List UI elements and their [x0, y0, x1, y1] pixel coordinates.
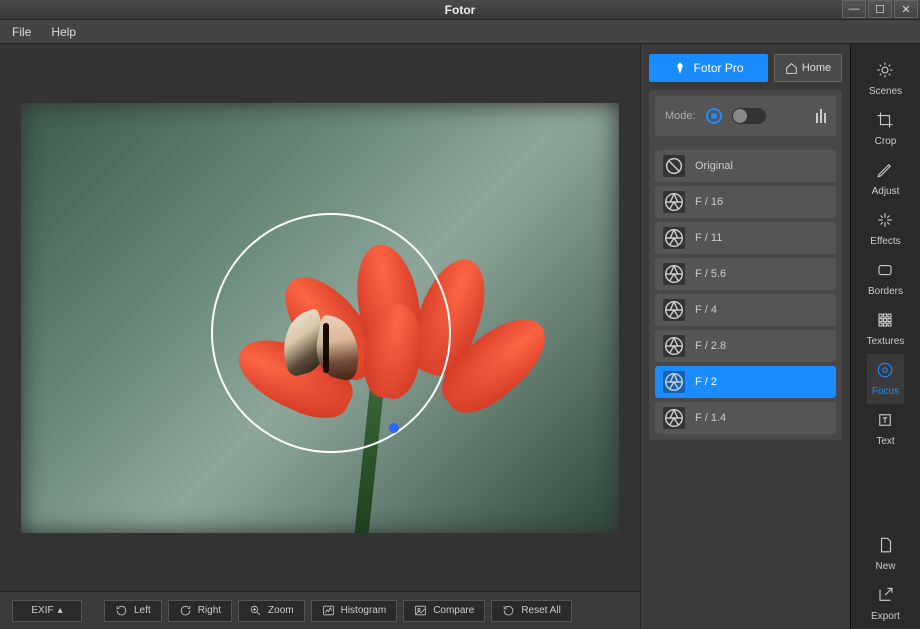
sidebar-item-textures[interactable]: Textures: [867, 304, 905, 354]
mode-toggle[interactable]: [732, 108, 766, 124]
sidebar-label: Crop: [875, 136, 897, 147]
fstop-option-5[interactable]: F / 2.8: [655, 330, 836, 362]
sidebar-label: Scenes: [869, 86, 902, 97]
fstop-label: F / 5.6: [695, 268, 726, 280]
sidebar-item-effects[interactable]: Effects: [867, 204, 905, 254]
rotate-left-button[interactable]: Left: [104, 600, 162, 622]
mode-linear-icon[interactable]: [816, 109, 826, 123]
rotate-left-icon: [115, 604, 128, 617]
export-icon: [877, 586, 895, 607]
pencil-icon: [876, 161, 894, 182]
fotor-pro-button[interactable]: Fotor Pro: [649, 54, 768, 82]
sidebar-label: Effects: [870, 236, 900, 247]
fstop-option-6[interactable]: F / 2: [655, 366, 836, 398]
fstop-label: F / 2.8: [695, 340, 726, 352]
mode-label: Mode:: [665, 110, 696, 122]
menubar: File Help: [0, 20, 920, 44]
rotate-right-icon: [179, 604, 192, 617]
zoom-icon: [249, 604, 262, 617]
sidebar-label: New: [875, 561, 895, 572]
fstop-label: Original: [695, 160, 733, 172]
aperture-icon: [663, 335, 685, 357]
sun-icon: [876, 61, 894, 82]
fstop-label: F / 4: [695, 304, 717, 316]
fstop-option-1[interactable]: F / 16: [655, 186, 836, 218]
compare-icon: [414, 604, 427, 617]
focus-options: Mode: Original F / 16 F / 11 F / 5.6 F / 4 F …: [649, 90, 842, 440]
fstop-option-0[interactable]: Original: [655, 150, 836, 182]
fstop-label: F / 11: [695, 232, 722, 244]
menu-help[interactable]: Help: [51, 25, 76, 39]
histogram-button[interactable]: Histogram: [311, 600, 398, 622]
sidebar-item-new[interactable]: New: [871, 529, 900, 579]
image-preview[interactable]: [21, 103, 619, 533]
sidebar-item-scenes[interactable]: Scenes: [867, 54, 905, 104]
fstop-option-2[interactable]: F / 11: [655, 222, 836, 254]
aperture-icon: [663, 371, 685, 393]
sidebar-label: Export: [871, 611, 900, 622]
fstop-label: F / 1.4: [695, 412, 726, 424]
minimize-button[interactable]: —: [842, 0, 866, 18]
focus-center-dot[interactable]: [389, 423, 399, 433]
fstop-option-4[interactable]: F / 4: [655, 294, 836, 326]
border-icon: [876, 261, 894, 282]
home-icon: [785, 62, 798, 75]
tool-sidebar: Scenes Crop Adjust Effects Borders Textures Fo…: [850, 44, 920, 629]
diamond-icon: [673, 61, 687, 75]
zoom-button[interactable]: Zoom: [238, 600, 305, 622]
reset-button[interactable]: Reset All: [491, 600, 571, 622]
titlebar: Fotor — ☐ ✕: [0, 0, 920, 20]
butterfly-graphic: [281, 313, 371, 383]
maximize-button[interactable]: ☐: [868, 0, 892, 18]
mode-row: Mode:: [655, 96, 836, 136]
fstop-label: F / 2: [695, 376, 717, 388]
menu-file[interactable]: File: [12, 25, 31, 39]
sidebar-label: Text: [876, 436, 894, 447]
sidebar-item-export[interactable]: Export: [871, 579, 900, 629]
canvas-area: EXIF ▴ Left Right Zoom Histogram Compare…: [0, 44, 640, 629]
file-icon: [877, 536, 895, 557]
reset-icon: [502, 604, 515, 617]
text-icon: [876, 411, 894, 432]
fstop-option-7[interactable]: F / 1.4: [655, 402, 836, 434]
canvas-view[interactable]: [0, 44, 640, 591]
close-button[interactable]: ✕: [894, 0, 918, 18]
texture-icon: [876, 311, 894, 332]
sidebar-item-borders[interactable]: Borders: [867, 254, 905, 304]
sidebar-item-focus[interactable]: Focus: [867, 354, 905, 404]
aperture-icon: [663, 191, 685, 213]
sidebar-label: Focus: [872, 386, 899, 397]
sidebar-item-crop[interactable]: Crop: [867, 104, 905, 154]
sidebar-item-text[interactable]: Text: [867, 404, 905, 454]
app-title: Fotor: [445, 3, 476, 17]
exif-button[interactable]: EXIF ▴: [12, 600, 82, 622]
sidebar-label: Textures: [867, 336, 905, 347]
fstop-option-3[interactable]: F / 5.6: [655, 258, 836, 290]
sparkle-icon: [876, 211, 894, 232]
crop-icon: [876, 111, 894, 132]
histogram-icon: [322, 604, 335, 617]
home-button[interactable]: Home: [774, 54, 842, 82]
sidebar-item-adjust[interactable]: Adjust: [867, 154, 905, 204]
mode-circular-icon[interactable]: [706, 108, 722, 124]
up-triangle-icon: ▴: [58, 605, 63, 616]
aperture-icon: [663, 299, 685, 321]
aperture-icon: [663, 227, 685, 249]
sidebar-label: Borders: [868, 286, 903, 297]
bottom-toolbar: EXIF ▴ Left Right Zoom Histogram Compare…: [0, 591, 640, 629]
aperture-icon: [663, 407, 685, 429]
fstop-label: F / 16: [695, 196, 723, 208]
rotate-right-button[interactable]: Right: [168, 600, 232, 622]
original-icon: [663, 155, 685, 177]
aperture-icon: [663, 263, 685, 285]
options-panel: Fotor Pro Home Mode: Original F / 16 F / 1…: [640, 44, 850, 629]
target-icon: [876, 361, 894, 382]
compare-button[interactable]: Compare: [403, 600, 485, 622]
sidebar-label: Adjust: [872, 186, 900, 197]
